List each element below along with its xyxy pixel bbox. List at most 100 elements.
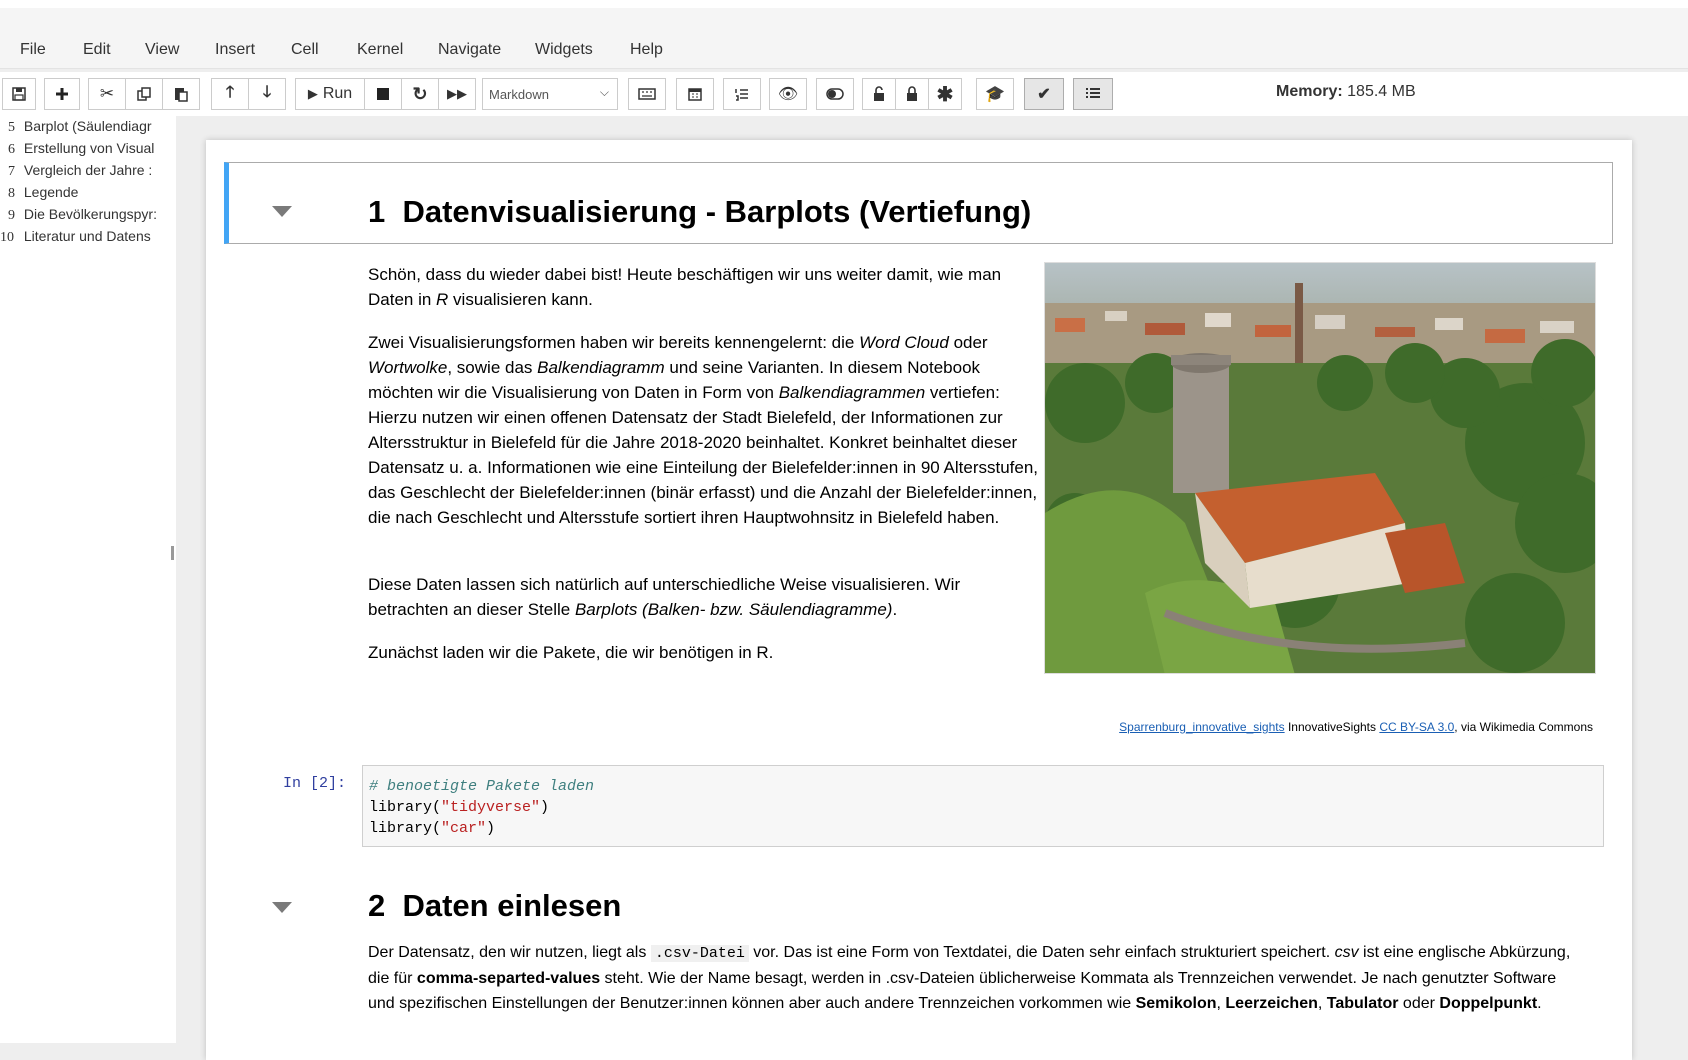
lock-button[interactable] [895,78,929,110]
paste-icon [175,88,188,102]
run-button[interactable]: ▶ Run [295,78,365,110]
menu-edit[interactable]: Edit [83,41,111,59]
cut-button[interactable]: ✂ [88,78,126,110]
toc-resize-handle[interactable] [171,546,174,560]
menu-help[interactable]: Help [630,41,663,59]
menu-insert[interactable]: Insert [215,41,255,59]
cut-icon: ✂ [99,84,115,103]
code-text: library( [369,799,442,816]
menu-file[interactable]: File [20,41,46,59]
stop-icon [377,88,389,100]
lock-icon [907,86,917,101]
graduation-cap-icon: 🎓 [985,86,1005,103]
sparrenburg-photo [1044,262,1596,674]
toc-item-number: 9 [8,208,15,223]
code-line: library("car") [369,818,1597,839]
menu-cell[interactable]: Cell [291,41,319,59]
collapse-arrow-icon[interactable] [272,902,292,913]
command-palette-button[interactable] [628,78,666,110]
menu-navigate[interactable]: Navigate [438,41,501,59]
memory-value: 185.4 MB [1347,83,1416,100]
cell-type-select[interactable]: Markdown ⌵ [482,78,618,110]
toc-item-label: Vergleich der Jahre : [23,162,153,178]
memory-label: Memory: [1276,83,1343,100]
toc-item[interactable]: 8 Legende [8,184,166,202]
code-line: library("tidyverse") [369,797,1597,818]
insert-cell-button[interactable] [44,78,80,110]
text-italic: Wortwolke [368,358,448,377]
text: oder [1398,995,1440,1012]
toc-item-number: 7 [8,164,15,179]
toc-item-label: Barplot (Säulendiagr [23,118,152,134]
toc-item-label: Die Bevölkerungspyr: [23,206,157,222]
toc-item-number: 6 [8,142,15,157]
paste-button[interactable] [162,78,200,110]
education-button[interactable]: 🎓 [976,78,1014,110]
validate-button[interactable]: ✔ [1024,78,1064,110]
run-icon: ▶ [307,86,318,101]
toc-item-number: 10 [0,230,14,245]
move-down-button[interactable]: 🡓 [248,78,286,110]
save-button[interactable] [2,78,36,110]
toc-item-label: Legende [23,184,79,200]
text: . [892,600,898,619]
cell-type-value: Markdown [489,87,549,102]
code-string: "tidyverse" [441,799,541,816]
toc-item-label: Literatur und Datens [23,228,151,244]
arrow-up-icon: 🡑 [225,83,235,101]
copy-button[interactable] [125,78,163,110]
code-comment: # benoetigte Pakete laden [369,778,595,795]
sparrenburg-image [1045,263,1595,673]
text-bold: Tabulator [1326,995,1399,1012]
eye-icon: 👁 [777,86,799,103]
toc-item[interactable]: 9 Die Bevölkerungspyr: [8,206,166,224]
text: oder [948,333,988,352]
attribution-source: , via Wikimedia Commons [1454,720,1593,734]
calendar-button[interactable] [676,78,714,110]
toc-icon [1086,88,1100,98]
text: vertiefen: Hierzu nutzen wir einen offen… [368,383,1039,527]
run-all-button[interactable]: ▶▶ [438,78,476,110]
collapse-arrow-icon[interactable] [272,206,292,217]
restart-button[interactable]: ↻ [401,78,439,110]
text-italic: Balkendiagramm [537,358,665,377]
text-italic: Word Cloud [859,333,949,352]
code-editor[interactable]: # benoetigte Pakete laden library("tidyv… [362,765,1604,847]
attribution-source-link[interactable]: Sparrenburg_innovative_sights [1119,720,1284,734]
toc-item[interactable]: 5 Barplot (Säulendiagr [8,118,166,136]
menu-view[interactable]: View [145,41,179,59]
menu-kernel[interactable]: Kernel [357,41,403,59]
license-link[interactable]: CC BY-SA 3.0 [1379,720,1454,734]
code-text: ) [486,820,496,837]
unlock-button[interactable] [862,78,896,110]
numbered-list-button[interactable] [723,78,761,110]
move-up-button[interactable]: 🡑 [211,78,249,110]
arrow-down-icon: 🡓 [262,83,272,101]
memory-indicator: Memory: 185.4 MB [1276,83,1416,101]
plus-icon [56,88,68,100]
toc-item[interactable]: 10 Literatur und Datens [0,228,158,246]
text-italic: R [436,290,449,309]
lock-icon [874,86,884,101]
toggle-icon [826,88,844,100]
toggle-button[interactable] [816,78,854,110]
save-icon [12,87,26,101]
interrupt-button[interactable] [364,78,402,110]
toc-item-number: 8 [8,186,15,201]
code-string: "car" [441,820,487,837]
attribution-author: InnovativeSights [1284,720,1380,734]
toc-item[interactable]: 6 Erstellung von Visual [8,140,166,158]
preview-button[interactable]: 👁 [769,78,807,110]
fast-forward-icon: ▶▶ [447,86,467,101]
text: . [1537,995,1542,1012]
toc-item[interactable]: 7 Vergleich der Jahre : [8,162,166,180]
asterisk-icon: ✱ [936,83,954,106]
text-italic: csv [1334,944,1359,961]
menu-widgets[interactable]: Widgets [535,41,593,59]
inline-code: .csv-Datei [650,945,749,962]
toc-toggle-button[interactable] [1073,78,1113,110]
copy-icon [137,87,151,101]
text-bold: Leerzeichen [1225,995,1318,1012]
asterisk-button[interactable]: ✱ [928,78,962,110]
menu-bar [0,8,1688,69]
